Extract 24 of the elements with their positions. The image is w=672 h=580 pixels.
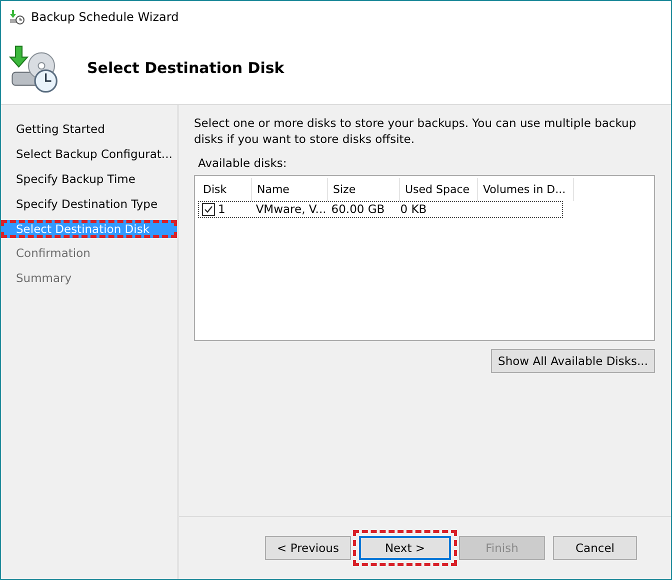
wizard-step[interactable]: Specify Backup Time bbox=[1, 167, 177, 192]
backup-clock-icon bbox=[9, 8, 25, 24]
show-all-disks-button[interactable]: Show All Available Disks... bbox=[491, 349, 655, 373]
wizard-button[interactable]: < Previous bbox=[265, 536, 351, 560]
table-cell: 1 bbox=[218, 202, 226, 217]
disks-label: Available disks: bbox=[198, 156, 288, 170]
wizard-step[interactable]: Specify Destination Type bbox=[1, 192, 177, 217]
checkbox[interactable] bbox=[202, 203, 215, 216]
column-header[interactable]: Size bbox=[328, 178, 400, 201]
wizard-step[interactable]: Select Backup Configurat... bbox=[1, 142, 177, 167]
column-header[interactable]: Used Space bbox=[400, 178, 478, 201]
wizard-button[interactable]: Cancel bbox=[553, 536, 637, 560]
table-cell: 0 KB bbox=[400, 202, 427, 217]
instructions-text: Select one or more disks to store your backups. You can use multiple backup disks if you want to store disks offsite. bbox=[194, 115, 638, 147]
table-cell: 60.00 GB bbox=[331, 202, 385, 217]
table-cell: VMware, V... bbox=[256, 202, 326, 217]
column-header[interactable]: Disk bbox=[198, 178, 252, 201]
wizard-step[interactable]: Getting Started bbox=[1, 117, 177, 142]
window-title: Backup Schedule Wizard bbox=[31, 10, 179, 24]
page-title: Select Destination Disk bbox=[87, 59, 284, 77]
column-header[interactable]: Name bbox=[252, 178, 328, 201]
disk-list[interactable]: Disk Name Size Used Space Volumes in D... 1 VMware, V... 60.00 GB 0 KB bbox=[194, 175, 655, 341]
column-header[interactable]: Volumes in D... bbox=[478, 178, 574, 201]
wizard-button[interactable]: Next > bbox=[359, 536, 451, 560]
